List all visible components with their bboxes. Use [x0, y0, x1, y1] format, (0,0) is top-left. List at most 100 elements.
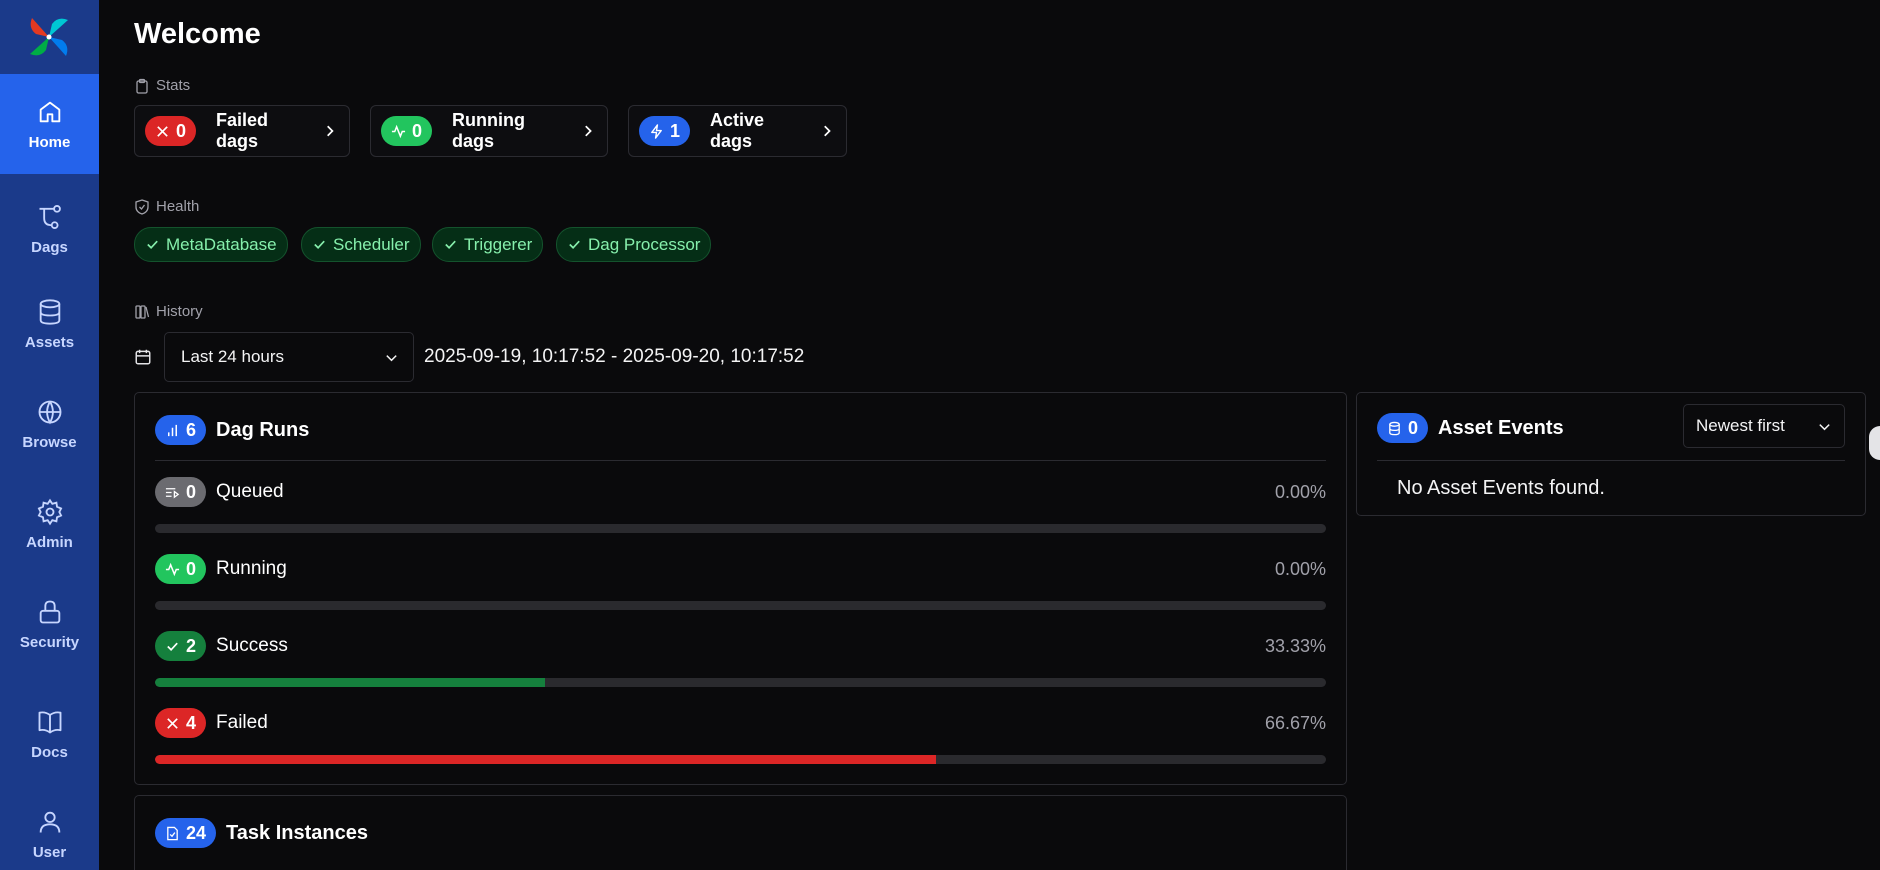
- chevron-down-icon: [386, 354, 397, 361]
- main-content: Welcome Stats 0 Failed dags 0 Running da…: [134, 0, 1880, 870]
- health-badge-triggerer: Triggerer: [432, 227, 544, 262]
- calendar-icon: [135, 349, 151, 365]
- failed-progress-fill: [155, 755, 936, 764]
- dags-icon: [39, 204, 61, 229]
- asset-events-panel: 0 Asset Events Newest first No Asset Eve…: [1356, 392, 1866, 516]
- health-label: Health: [156, 198, 200, 215]
- failed-count-badge: 0: [145, 116, 197, 146]
- sidebar: Home Dags Assets Browse Admin Security D…: [0, 0, 99, 870]
- progress-track: [155, 678, 1326, 687]
- success-count-badge: 2: [155, 631, 207, 661]
- running-dags-card[interactable]: 0 Running dags: [370, 105, 608, 157]
- failed-pct: 66.67%: [1264, 712, 1326, 733]
- dag-runs-count-badge: 6: [155, 415, 207, 445]
- panel-toggle-button[interactable]: [1869, 426, 1880, 460]
- divider: [1377, 460, 1845, 461]
- sort-order-value: Newest first: [1696, 416, 1785, 435]
- chevron-right-icon: [584, 125, 592, 137]
- chevron-right-icon: [823, 125, 831, 137]
- gear-icon: [37, 498, 62, 525]
- nav-dags[interactable]: Dags: [0, 179, 99, 279]
- running-dags-label: Running dags: [452, 110, 525, 151]
- active-dags-card[interactable]: 1 Active dags: [628, 105, 847, 157]
- health-badge-dag-processor: Dag Processor: [556, 227, 712, 262]
- stats-section-label: Stats: [134, 77, 190, 94]
- shield-icon: [135, 198, 149, 215]
- check-icon: [314, 240, 325, 249]
- health-section-label: Health: [134, 198, 199, 215]
- dag-runs-count: 6: [186, 419, 197, 440]
- failed-count-badge: 4: [155, 708, 207, 738]
- database-icon: [39, 298, 60, 325]
- failed-count: 4: [186, 712, 197, 733]
- nav-label: Home: [28, 133, 71, 151]
- health-badge-scheduler: Scheduler: [301, 227, 421, 262]
- failed-dags-card[interactable]: 0 Failed dags: [134, 105, 350, 157]
- sort-order-select[interactable]: Newest first: [1683, 404, 1845, 448]
- active-count-badge: 1: [639, 116, 691, 146]
- success-pct: 33.33%: [1264, 635, 1326, 656]
- nav-assets[interactable]: Assets: [0, 274, 99, 374]
- date-range-text: 2025-09-19, 10:17:52 - 2025-09-20, 10:17…: [424, 346, 805, 367]
- run-row-running[interactable]: 0 Running 0.00%: [155, 554, 1326, 610]
- nav-docs[interactable]: Docs: [0, 684, 99, 784]
- nav-user[interactable]: User: [0, 784, 99, 870]
- nav-security[interactable]: Security: [0, 574, 99, 674]
- health-badge-label: Triggerer: [464, 234, 533, 254]
- lightning-icon: [651, 123, 662, 139]
- divider: [155, 460, 1326, 461]
- stats-label: Stats: [156, 77, 191, 94]
- check-icon: [167, 642, 178, 651]
- lock-icon: [39, 600, 60, 623]
- failed-label: Failed: [216, 712, 268, 733]
- task-instances-title: Task Instances: [226, 821, 368, 844]
- book-icon: [38, 710, 61, 733]
- bar-chart-icon: [168, 424, 177, 436]
- nav-label: User: [32, 843, 67, 861]
- nav-label: Admin: [26, 533, 73, 551]
- task-instances-count: 24: [186, 822, 207, 843]
- history-section-label: History: [134, 303, 203, 320]
- run-row-failed[interactable]: 4 Failed 66.67%: [155, 708, 1326, 764]
- airflow-logo[interactable]: [26, 14, 72, 60]
- check-icon: [445, 240, 456, 249]
- queued-count: 0: [186, 481, 197, 502]
- progress-track: [155, 524, 1326, 533]
- progress-track: [155, 601, 1326, 610]
- failed-count: 0: [176, 120, 187, 141]
- nav-label: Security: [19, 633, 80, 651]
- running-label: Running: [216, 558, 287, 579]
- running-count: 0: [412, 120, 423, 141]
- activity-icon: [165, 562, 180, 576]
- progress-track: [155, 755, 1326, 764]
- dag-runs-panel: 6 Dag Runs 0 Queued 0.00% 0 Running 0.00…: [134, 392, 1347, 785]
- dag-runs-header: 6 Dag Runs: [155, 415, 309, 445]
- x-icon: [157, 125, 168, 137]
- chevron-down-icon: [1819, 423, 1830, 430]
- task-instances-count-badge: 24: [155, 818, 217, 848]
- nav-label: Browse: [22, 433, 77, 451]
- run-row-success[interactable]: 2 Success 33.33%: [155, 631, 1326, 687]
- globe-icon: [38, 400, 61, 424]
- nav-browse[interactable]: Browse: [0, 374, 99, 474]
- health-badge-label: Scheduler: [333, 234, 410, 254]
- run-row-queued[interactable]: 0 Queued 0.00%: [155, 477, 1326, 533]
- running-count-badge: 0: [381, 116, 433, 146]
- asset-events-empty-text: No Asset Events found.: [1397, 477, 1605, 499]
- x-icon: [167, 717, 178, 729]
- asset-events-title: Asset Events: [1438, 416, 1564, 439]
- dag-runs-title: Dag Runs: [216, 418, 310, 441]
- nav-home[interactable]: Home: [0, 74, 99, 174]
- check-icon: [147, 240, 158, 249]
- nav-admin[interactable]: Admin: [0, 474, 99, 574]
- running-count: 0: [186, 558, 197, 579]
- running-pct: 0.00%: [1274, 558, 1326, 579]
- health-badge-metadatabase: MetaDatabase: [134, 227, 288, 262]
- task-instances-header: 24 Task Instances: [155, 818, 368, 848]
- queued-count-badge: 0: [155, 477, 207, 507]
- success-label: Success: [216, 635, 288, 656]
- user-icon: [39, 811, 60, 833]
- time-range-select[interactable]: Last 24 hours: [164, 332, 414, 382]
- active-dags-label: Active dags: [710, 110, 765, 151]
- queue-icon: [165, 487, 180, 498]
